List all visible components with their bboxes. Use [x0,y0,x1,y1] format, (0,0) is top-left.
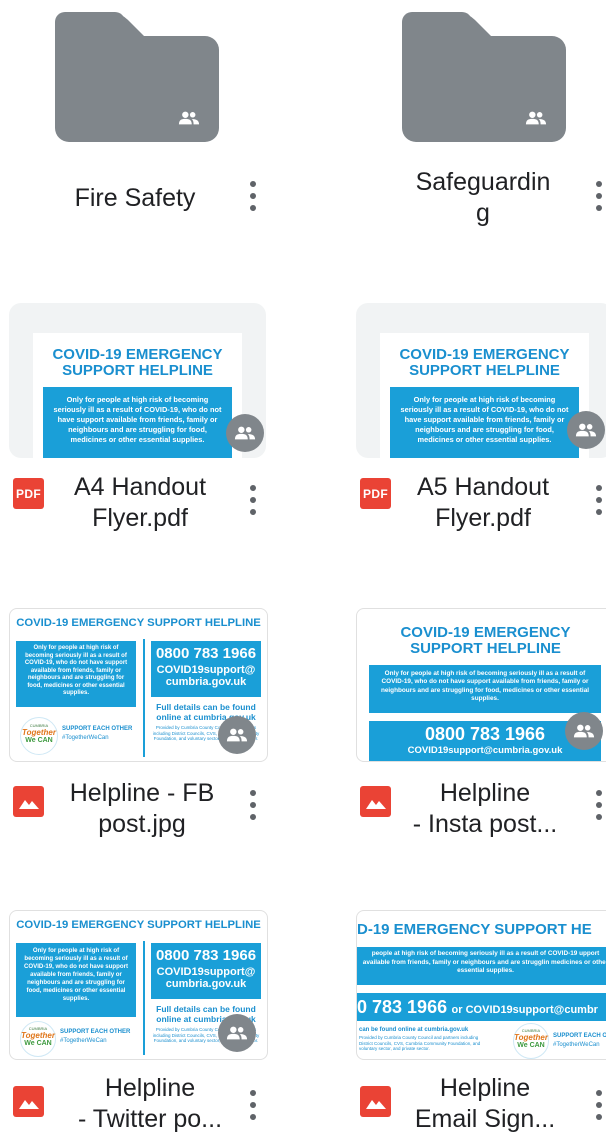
file-card-a5-handout[interactable]: COVID-19 EMERGENCY SUPPORT HELPLINE Only… [303,300,606,550]
together-logo: CUMBRIA Together We CAN [20,717,58,755]
together-logo: CUMBRIA Together We CAN [20,1021,56,1057]
flyer-email-line: COVID19support@ [156,664,256,676]
flyer-title-line: SUPPORT HELPLINE [409,362,560,379]
flyer-title: COVID-19 EMERGENCY SUPPORT HELPLINE [16,617,261,629]
flyer-support-each-other: SUPPORT EACH OTHER [60,1029,131,1035]
flyer-hashtag: #TogetherWeCan [553,1042,600,1048]
shared-people-icon [525,111,547,125]
item-name: Helpline - Twitter po... [77,1074,223,1133]
more-options-icon[interactable] [248,1090,258,1120]
flyer-title: D-19 EMERGENCY SUPPORT HE [357,921,592,938]
shared-badge [567,411,605,449]
flyer-phone: 0800 783 1966 [155,947,257,964]
pdf-icon: PDF [13,478,44,509]
shared-people-icon [226,728,248,742]
shared-badge [218,1014,256,1052]
folder-card-fire-safety[interactable]: Fire Safety [0,0,303,260]
folder-icon [55,12,219,142]
flyer-provided: Provided by Cumbria County Council and p… [359,1035,481,1051]
flyer-title: COVID-19 EMERGENCY SUPPORT HELPLINE [16,919,261,931]
shared-people-icon [178,111,200,125]
item-name: Helpline - FB post.jpg [69,779,215,838]
item-name: Fire Safety [74,184,196,212]
folder-icon [402,12,566,142]
flyer-email: or COVID19support@cumbr [451,1004,598,1016]
item-name: Safeguardin g [415,168,551,227]
flyer-hashtag: #TogetherWeCan [60,1038,107,1044]
file-card-helpline-twitter[interactable]: COVID-19 EMERGENCY SUPPORT HELPLINE Only… [0,900,303,1135]
flyer-body: Only for people at high risk of becoming… [380,670,590,702]
flyer-email-line: COVID19support@ [156,966,256,978]
file-card-helpline-insta[interactable]: COVID-19 EMERGENCY SUPPORT HELPLINE Only… [303,600,606,850]
item-name: A4 Handout Flyer.pdf [73,473,207,532]
flyer-body: people at high risk of becoming seriousl… [362,950,606,974]
item-name: A5 Handout Flyer.pdf [416,473,550,532]
flyer-title-line: COVID-19 EMERGENCY [399,346,570,363]
flyer-title-line: SUPPORT HELPLINE [62,362,213,379]
flyer-details: can be found online at cumbria.gov.uk [359,1027,469,1033]
flyer-body: Only for people at high risk of becoming… [24,947,128,1002]
item-name: Helpline Email Sign... [414,1074,556,1133]
shared-badge [226,414,264,452]
folder-card-safeguarding[interactable]: Safeguardin g [303,0,606,260]
flyer-body: Only for people at high risk of becoming… [24,645,128,696]
more-options-icon[interactable] [594,485,604,515]
shared-badge [565,712,603,750]
flyer-phone: 0800 783 1966 [155,645,257,662]
file-thumbnail: D-19 EMERGENCY SUPPORT HE people at high… [356,910,606,1060]
flyer-email-line: cumbria.gov.uk [165,978,247,990]
shared-people-icon [575,423,597,437]
flyer-email-line: cumbria.gov.uk [165,676,247,688]
image-icon [13,786,44,817]
flyer-title-line: COVID-19 EMERGENCY [400,624,571,641]
file-card-helpline-fb[interactable]: COVID-19 EMERGENCY SUPPORT HELPLINE Only… [0,600,303,850]
flyer-title-line: COVID-19 EMERGENCY [52,346,223,363]
flyer-title-line: SUPPORT HELPLINE [410,640,561,657]
more-options-icon[interactable] [594,1090,604,1120]
flyer-support-each-other: SUPPORT EACH OTHER [62,726,133,732]
more-options-icon[interactable] [594,181,604,211]
shared-people-icon [573,724,595,738]
file-card-a4-handout[interactable]: COVID-19 EMERGENCY SUPPORT HELPLINE Only… [0,300,303,550]
flyer-email: COVID19support@cumbria.gov.uk [407,745,563,756]
flyer-body: Only for people at high risk of becoming… [53,395,222,444]
shared-people-icon [234,426,256,440]
more-options-icon[interactable] [248,790,258,820]
flyer-support-each-other: SUPPORT EACH OTHER [553,1033,606,1039]
more-options-icon[interactable] [248,181,258,211]
image-icon [360,1086,391,1117]
flyer-hashtag: #TogetherWeCan [62,735,109,741]
shared-people-icon [226,1026,248,1040]
more-options-icon[interactable] [248,485,258,515]
flyer-body: Only for people at high risk of becoming… [400,395,569,444]
file-card-helpline-email[interactable]: D-19 EMERGENCY SUPPORT HE people at high… [303,900,606,1135]
pdf-icon: PDF [360,478,391,509]
shared-badge [218,716,256,754]
flyer-phone: 0 783 1966 [357,997,448,1017]
item-name: Helpline - Insta post... [412,779,558,838]
more-options-icon[interactable] [594,790,604,820]
together-logo: CUMBRIA Together We CAN [513,1023,549,1059]
image-icon [360,786,391,817]
image-icon [13,1086,44,1117]
